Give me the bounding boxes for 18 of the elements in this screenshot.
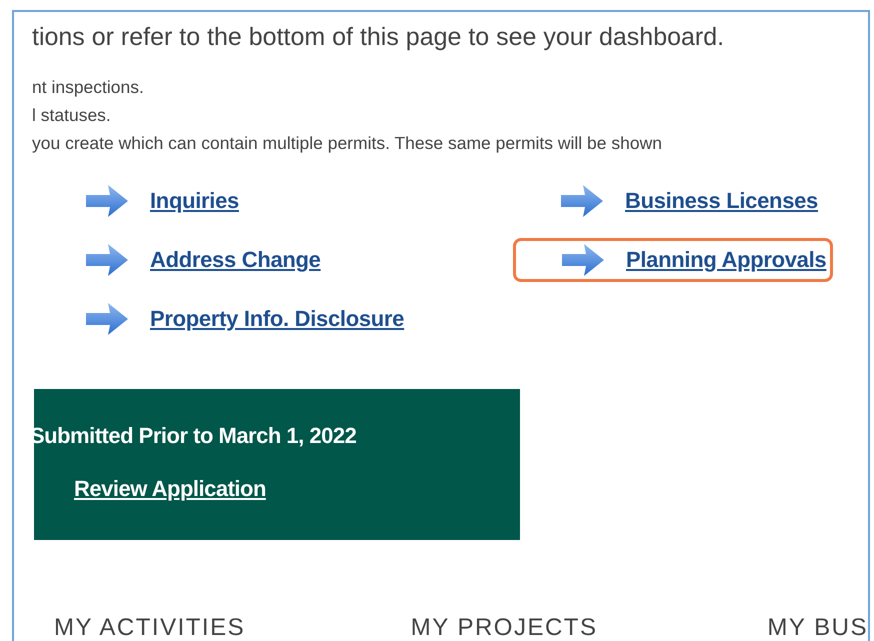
service-link[interactable]: Inquiries — [150, 184, 239, 217]
arrow-icon — [560, 242, 606, 278]
dashboard-tab[interactable]: MY ACTIVITIES — [54, 610, 411, 641]
note-text: nt inspections. — [32, 76, 145, 99]
note-text: you create which can contain multiple permits. These same permits will be shown — [32, 132, 663, 155]
note-text: l statuses. — [32, 104, 112, 126]
dashboard-tab[interactable]: MY PROJECTS — [410, 610, 768, 641]
dashboard-tab[interactable]: MY BUS — [767, 610, 868, 641]
service-link[interactable]: Planning Approvals — [626, 243, 826, 276]
arrow-icon — [559, 182, 605, 218]
service-link[interactable]: Address Change — [150, 243, 321, 276]
arrow-icon — [84, 300, 130, 336]
service-link[interactable]: Business Licenses — [625, 184, 818, 217]
review-link[interactable]: Review Application — [74, 472, 520, 504]
intro-text: tions or refer to the bottom of this page to see your dashboard. — [32, 22, 726, 53]
arrow-icon — [84, 242, 130, 278]
service-link[interactable]: Property Info. Disclosure — [150, 302, 404, 335]
arrow-icon — [84, 182, 130, 218]
